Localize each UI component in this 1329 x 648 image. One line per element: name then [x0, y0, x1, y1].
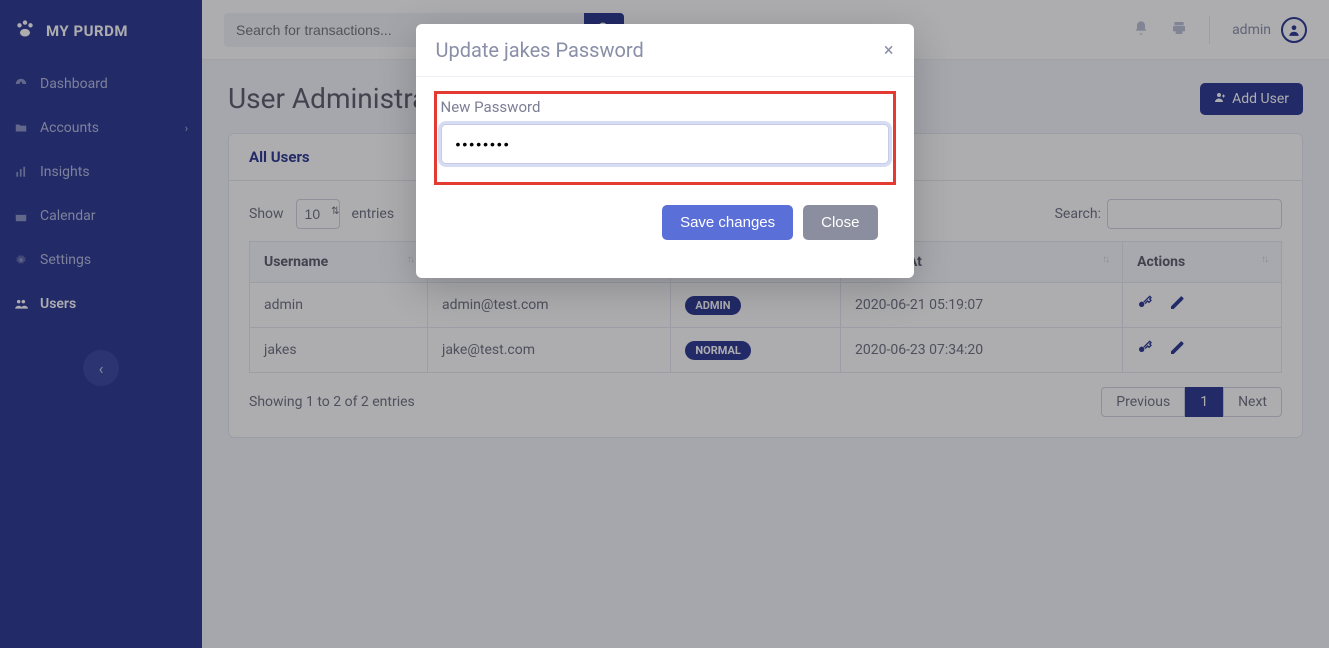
save-changes-button[interactable]: Save changes [662, 205, 793, 240]
modal-footer: Save changes Close [434, 205, 896, 258]
update-password-modal: Update jakes Password × New Password Sav… [416, 24, 914, 278]
modal-header: Update jakes Password × [416, 24, 914, 77]
close-icon[interactable]: × [884, 40, 894, 61]
modal-overlay[interactable]: Update jakes Password × New Password Sav… [0, 0, 1329, 648]
new-password-label: New Password [441, 94, 889, 116]
close-button[interactable]: Close [803, 205, 877, 240]
new-password-input[interactable] [441, 124, 889, 164]
modal-body: New Password Save changes Close [416, 77, 914, 278]
modal-title: Update jakes Password [436, 38, 644, 62]
highlighted-region: New Password [434, 91, 896, 185]
